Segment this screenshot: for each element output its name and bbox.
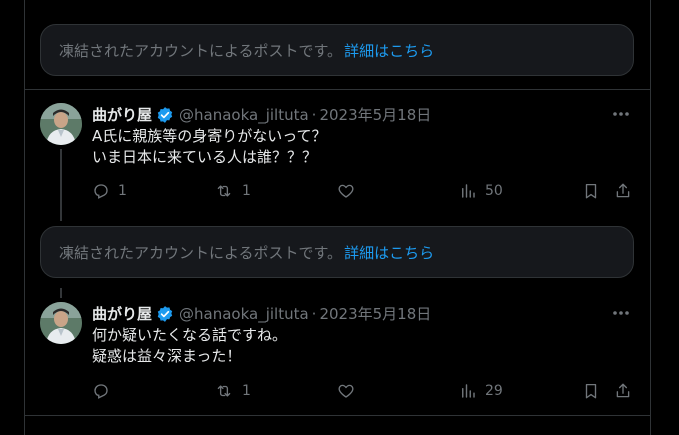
handle[interactable]: @hanaoka_jiltuta (179, 305, 309, 323)
repost-icon (214, 382, 234, 400)
display-name[interactable]: 曲がり屋 (92, 104, 152, 125)
more-icon[interactable] (610, 104, 632, 124)
thread-line (60, 149, 62, 221)
post-text-line: いま日本に来ている人は誰？？？ (92, 148, 318, 166)
post-text-line: A氏に親族等の身寄りがないって？ (92, 127, 327, 145)
avatar[interactable] (40, 103, 82, 145)
reply-button[interactable]: 1 (92, 179, 127, 203)
reply-button[interactable] (92, 379, 118, 403)
view-count: 29 (485, 383, 503, 399)
learn-more-link[interactable]: 詳細はこちら (344, 242, 434, 263)
verified-badge-icon[interactable] (156, 106, 174, 124)
like-button[interactable] (337, 179, 363, 203)
share-icon (614, 182, 632, 200)
like-button[interactable] (337, 379, 363, 403)
bookmark-button[interactable] (582, 379, 600, 403)
views-icon (459, 382, 477, 400)
notice-text: 凍結されたアカウントによるポストです。 (59, 41, 343, 60)
post-text: 何か疑いたくなる話ですね。 疑惑は益々深まった！ (92, 325, 287, 367)
post-actions: 1 29 (92, 379, 636, 403)
avatar-photo-icon (40, 103, 82, 145)
repost-button[interactable]: 1 (214, 379, 251, 403)
bookmark-icon (582, 382, 600, 400)
reply-icon (92, 382, 110, 400)
repost-count: 1 (242, 383, 251, 399)
views-button[interactable]: 29 (459, 379, 503, 403)
verified-badge-icon[interactable] (156, 305, 174, 323)
more-icon[interactable] (610, 303, 632, 323)
notice-text: 凍結されたアカウントによるポストです。 (59, 243, 343, 262)
share-icon (614, 382, 632, 400)
learn-more-link[interactable]: 詳細はこちら (344, 40, 434, 61)
suspended-account-notice: 凍結されたアカウントによるポストです。 詳細はこちら (40, 226, 634, 278)
reply-count: 1 (118, 183, 127, 199)
view-count: 50 (485, 183, 503, 199)
repost-button[interactable]: 1 (214, 179, 251, 203)
post-header: 曲がり屋 @hanaoka_jiltuta · 2023年5月18日 (92, 104, 431, 125)
divider (25, 415, 650, 416)
suspended-account-notice: 凍結されたアカウントによるポストです。 詳細はこちら (40, 24, 634, 76)
avatar-photo-icon (40, 302, 82, 344)
display-name[interactable]: 曲がり屋 (92, 303, 152, 324)
timeline-column: 凍結されたアカウントによるポストです。 詳細はこちら 曲がり屋 @hanaoka… (24, 0, 651, 435)
thread-line (60, 288, 62, 298)
bookmark-icon (582, 182, 600, 200)
repost-icon (214, 182, 234, 200)
views-icon (459, 182, 477, 200)
post-date[interactable]: 2023年5月18日 (319, 303, 431, 324)
like-icon (337, 382, 355, 400)
divider (25, 89, 650, 90)
separator: · (311, 105, 317, 124)
post-actions: 1 1 50 (92, 179, 636, 203)
post-header: 曲がり屋 @hanaoka_jiltuta · 2023年5月18日 (92, 303, 431, 324)
views-button[interactable]: 50 (459, 179, 503, 203)
share-button[interactable] (614, 379, 632, 403)
bookmark-button[interactable] (582, 179, 600, 203)
repost-count: 1 (242, 183, 251, 199)
avatar[interactable] (40, 302, 82, 344)
handle[interactable]: @hanaoka_jiltuta (179, 106, 309, 124)
share-button[interactable] (614, 179, 632, 203)
post-text-line: 疑惑は益々深まった！ (92, 347, 242, 365)
like-icon (337, 182, 355, 200)
post-text-line: 何か疑いたくなる話ですね。 (92, 326, 288, 344)
separator: · (311, 304, 317, 323)
post-date[interactable]: 2023年5月18日 (319, 104, 431, 125)
post-text: A氏に親族等の身寄りがないって？ いま日本に来ている人は誰？？？ (92, 126, 327, 168)
reply-icon (92, 182, 110, 200)
